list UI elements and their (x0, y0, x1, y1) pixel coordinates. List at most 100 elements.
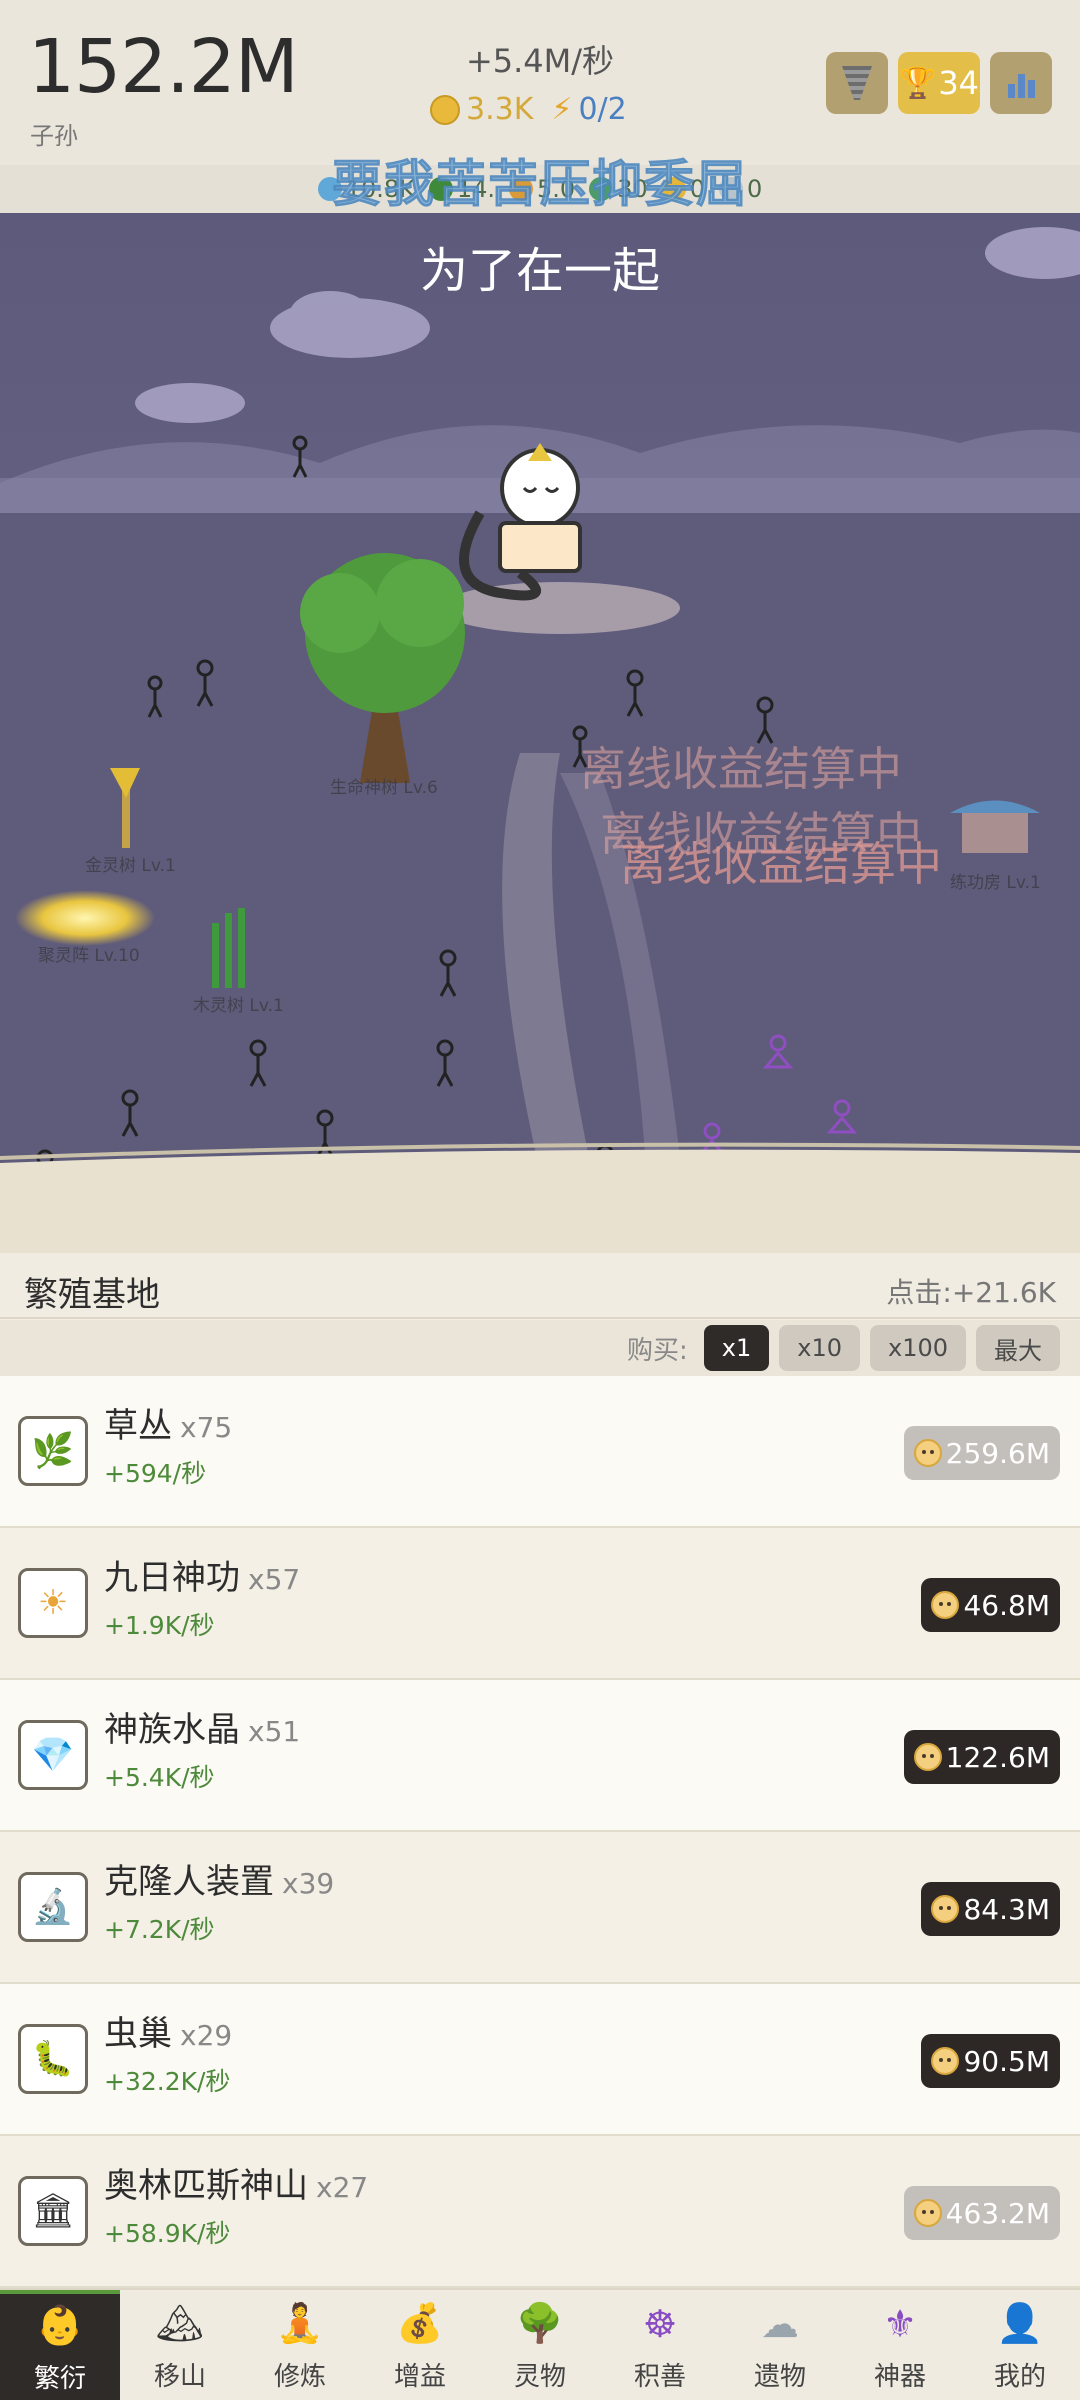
nav-item-mountain[interactable]: 🏔 移山 (120, 2290, 240, 2400)
nav-item-breed[interactable]: 👶 繁衍 (0, 2290, 120, 2400)
user-icon: 👤 (996, 2301, 1044, 2345)
list-item[interactable]: 🔬 克隆人装置 x39 +7.2K/秒 84.3M (0, 1832, 1080, 1984)
baby-coin-icon (931, 1895, 960, 1923)
microscope-icon: 🔬 (18, 1872, 88, 1942)
buy-x10-button[interactable]: x10 (779, 1325, 860, 1371)
item-rate: +7.2K/秒 (104, 1915, 215, 1944)
nav-item-profile[interactable]: 👤 我的 (960, 2290, 1080, 2400)
offline-text: 离线收益结算中 (620, 837, 942, 891)
click-rate: 点击:+21.6K (886, 1276, 1056, 1309)
list-item[interactable]: 🐛 虫巢 x29 +32.2K/秒 90.5M (0, 1984, 1080, 2136)
top-header: 152.2M 子孙 +5.4M/秒 3.3K ⚡ 0/2 🏆 34 (0, 0, 1080, 165)
item-rate: +594/秒 (104, 1459, 207, 1488)
section-title: 繁殖基地 (24, 1275, 160, 1315)
lightning-icon: ⚡ (551, 92, 573, 127)
trophy-button[interactable]: 🏆 34 (898, 52, 980, 114)
building-label[interactable]: 木灵树 Lv.1 (193, 991, 284, 1016)
item-rate: +1.9K/秒 (104, 1611, 215, 1640)
nav-item-karma[interactable]: ☸ 积善 (600, 2290, 720, 2400)
scene-art (0, 213, 1080, 1253)
building-label[interactable]: 练功房 Lv.1 (950, 868, 1041, 893)
buy-quantity-row: 购买: x1 x10 x100 最大 (0, 1320, 1080, 1376)
coin-value: 3.3K (466, 92, 534, 127)
nav-item-cultivate[interactable]: 🧘 修炼 (240, 2290, 360, 2400)
item-name: 草丛 (104, 1406, 172, 1446)
money-bag-icon: 💰 (396, 2301, 444, 2345)
baby-icon: 👶 (36, 2303, 84, 2347)
buy-cost-button[interactable]: 84.3M (921, 1882, 1060, 1936)
energy-stat: ⚡ 0/2 (551, 92, 626, 127)
upgrade-list: 🌿 草丛 x75 +594/秒 259.6M ☀ 九日神功 x57 +1.9K/秒 … (0, 1376, 1080, 2288)
item-count: x39 (282, 1867, 335, 1900)
tree-icon: 🌳 (516, 2301, 564, 2345)
buy-cost-button[interactable]: 90.5M (921, 2034, 1060, 2088)
item-count: x51 (248, 1715, 301, 1748)
buy-label: 购买: (626, 1335, 688, 1366)
fleur-icon: ⚜ (882, 2301, 918, 2346)
offline-text: 离线收益结算中 (580, 742, 902, 796)
sub-stats: 3.3K ⚡ 0/2 (430, 92, 627, 127)
buy-max-button[interactable]: 最大 (976, 1325, 1060, 1371)
baby-coin-icon (913, 2199, 942, 2227)
baby-coin-icon (913, 1439, 942, 1467)
list-item[interactable]: 🌿 草丛 x75 +594/秒 259.6M (0, 1376, 1080, 1528)
baby-coin-icon (931, 1591, 960, 1619)
building-label[interactable]: 聚灵阵 Lv.10 (38, 941, 140, 966)
list-item[interactable]: 💎 神族水晶 x51 +5.4K/秒 122.6M (0, 1680, 1080, 1832)
population-rate: +5.4M/秒 (465, 42, 615, 80)
wheel-icon: ☸ (642, 2301, 678, 2346)
item-count: x29 (180, 2019, 233, 2052)
building-label[interactable]: 生命神树 Lv.6 (330, 773, 438, 798)
nav-item-artifact[interactable]: ⚜ 神器 (840, 2290, 960, 2400)
population-value: 152.2M (28, 24, 299, 110)
trophy-icon: 🏆 (898, 65, 937, 101)
nav-item-relic[interactable]: ☁ 遗物 (720, 2290, 840, 2400)
pavilion (950, 800, 1040, 853)
item-count: x57 (248, 1563, 301, 1596)
item-rate: +32.2K/秒 (104, 2067, 231, 2096)
monk-icon: 🧘 (276, 2301, 324, 2345)
building-label[interactable]: 金灵树 Lv.1 (85, 851, 176, 876)
mountain-icon: 🏔 (155, 2301, 205, 2345)
cloud-icon: ☁ (761, 2301, 799, 2346)
list-item[interactable]: ☀ 九日神功 x57 +1.9K/秒 46.8M (0, 1528, 1080, 1680)
section-header: 繁殖基地 点击:+21.6K (0, 1253, 1080, 1319)
bottom-nav: 👶 繁衍 🏔 移山 🧘 修炼 💰 增益 🌳 灵物 ☸ 积善 ☁ 遗物 ⚜ 神器 … (0, 2288, 1080, 2400)
item-name: 神族水晶 (104, 1710, 240, 1750)
buy-cost-button[interactable]: 259.6M (903, 1426, 1060, 1480)
buy-x1-button[interactable]: x1 (703, 1325, 770, 1371)
worm-icon: 🐛 (18, 2024, 88, 2094)
energy-value: 0/2 (578, 92, 627, 127)
item-rate: +58.9K/秒 (104, 2219, 231, 2248)
tornado-button[interactable] (826, 52, 888, 114)
stats-button[interactable] (990, 52, 1052, 114)
overlay-banner: 要我苦苦压抑委屈 (332, 155, 748, 214)
lyric-caption: 为了在一起 (419, 243, 660, 299)
nav-item-spirit[interactable]: 🌳 灵物 (480, 2290, 600, 2400)
buy-cost-button[interactable]: 463.2M (903, 2186, 1060, 2240)
list-item[interactable]: 🏛 奥林匹斯神山 x27 +58.9K/秒 463.2M (0, 2136, 1080, 2288)
buy-cost-button[interactable]: 46.8M (921, 1578, 1060, 1632)
item-name: 虫巢 (104, 2014, 172, 2054)
buy-x100-button[interactable]: x100 (869, 1325, 966, 1371)
coin-icon (430, 94, 460, 125)
item-name: 克隆人装置 (104, 1862, 274, 1902)
game-scene[interactable]: 为了在一起 离线收益结算中 离线收益结算中 离线收益结算中 生命神树 Lv.6 … (0, 213, 1080, 1253)
item-count: x27 (316, 2171, 369, 2204)
tornado-icon (842, 66, 872, 100)
item-name: 九日神功 (104, 1558, 240, 1598)
nav-item-boost[interactable]: 💰 增益 (360, 2290, 480, 2400)
buy-cost-button[interactable]: 122.6M (903, 1730, 1060, 1784)
baby-coin-icon (931, 2047, 960, 2075)
item-name: 奥林匹斯神山 (104, 2166, 308, 2206)
sun-icon: ☀ (18, 1568, 88, 1638)
gem-icon: 💎 (18, 1720, 88, 1790)
trophy-count: 34 (938, 64, 980, 102)
item-count: x75 (180, 1411, 233, 1444)
herb-icon: 🌿 (18, 1416, 88, 1486)
temple-icon: 🏛 (18, 2176, 88, 2246)
bar-chart-icon (1007, 68, 1035, 98)
item-rate: +5.4K/秒 (104, 1763, 215, 1792)
baby-coin-icon (913, 1743, 942, 1771)
coin-stat: 3.3K (430, 92, 533, 127)
